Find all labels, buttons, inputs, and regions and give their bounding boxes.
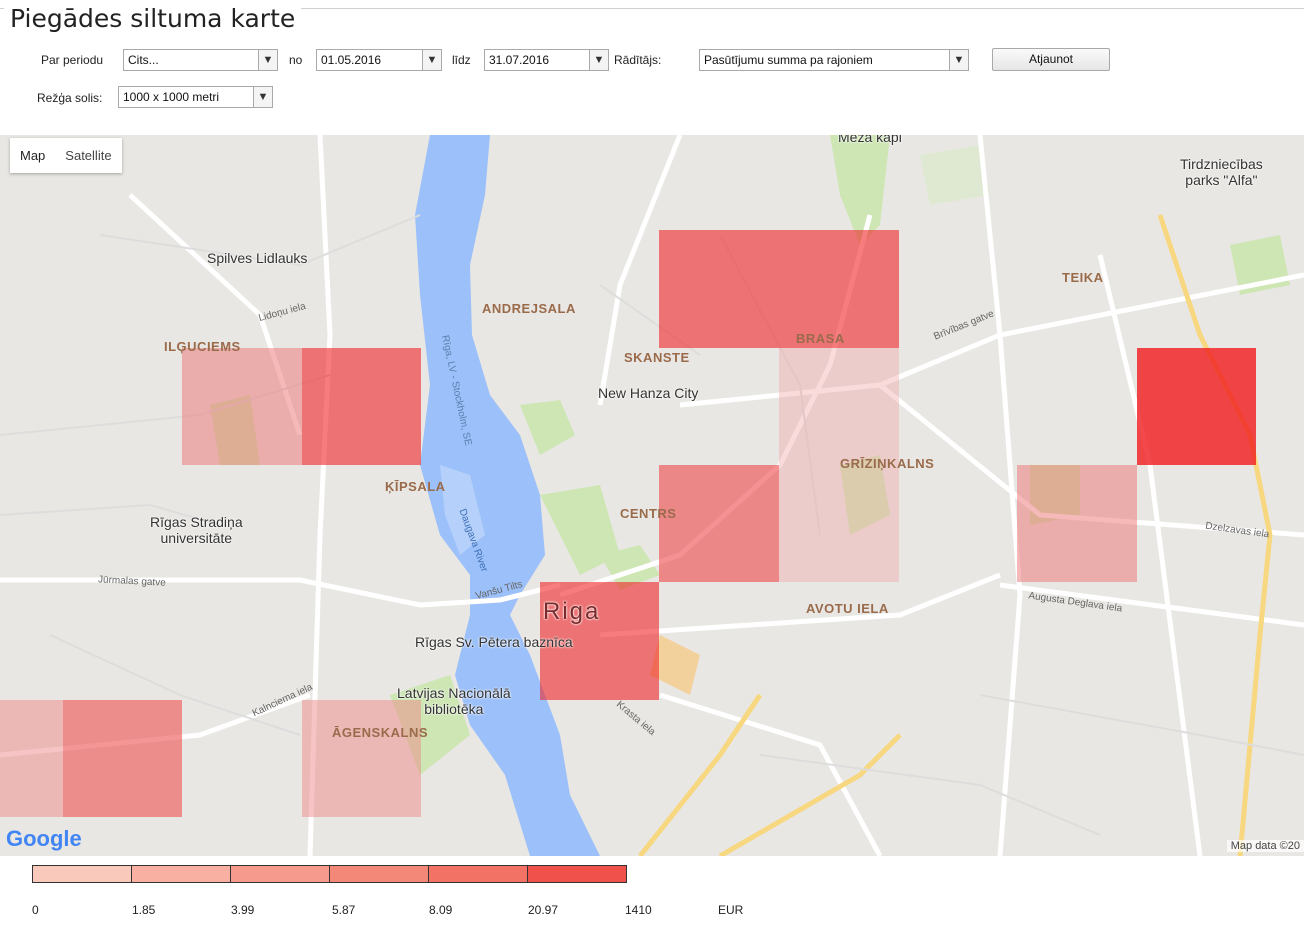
scale-tick: 8.09 bbox=[429, 903, 453, 917]
district-label: ANDREJSALA bbox=[482, 301, 576, 316]
district-label: ĶĪPSALA bbox=[385, 479, 446, 494]
district-label: SKANSTE bbox=[624, 350, 690, 365]
chevron-down-icon[interactable]: ▼ bbox=[422, 50, 441, 70]
place-label: Tirdzniecības parks "Alfa" bbox=[1180, 156, 1263, 188]
district-label: AVOTU IELA bbox=[806, 601, 889, 616]
scale-tick: 3.99 bbox=[231, 903, 255, 917]
heat-cell[interactable] bbox=[1017, 465, 1137, 582]
period-select-value: Cits... bbox=[128, 53, 159, 67]
map-type-satellite-button[interactable]: Satellite bbox=[55, 138, 121, 173]
chevron-down-icon[interactable]: ▼ bbox=[949, 50, 968, 70]
scale-unit: EUR bbox=[718, 903, 744, 917]
scale-tick: 5.87 bbox=[332, 903, 356, 917]
heat-cell[interactable] bbox=[0, 700, 63, 817]
place-label: Rīgas Stradiņa universitāte bbox=[150, 514, 243, 546]
heat-cell[interactable] bbox=[302, 348, 421, 465]
scale-tick: 20.97 bbox=[528, 903, 559, 917]
district-label: ILĢUCIEMS bbox=[164, 339, 241, 354]
chevron-down-icon[interactable]: ▼ bbox=[258, 50, 277, 70]
district-label: ĀGENSKALNS bbox=[332, 725, 429, 740]
from-date-value: 01.05.2016 bbox=[321, 53, 382, 67]
grid-step-select[interactable]: 1000 x 1000 metri ▼ bbox=[118, 86, 273, 108]
scale-swatch bbox=[231, 866, 330, 882]
place-label: Latvijas Nacionālā bibliotēka bbox=[397, 685, 511, 717]
google-logo: Google bbox=[6, 826, 82, 852]
heat-cell[interactable] bbox=[779, 465, 899, 582]
heat-cell[interactable] bbox=[659, 465, 779, 582]
district-label: BRASA bbox=[796, 331, 845, 346]
indicator-select-value: Pasūtījumu summa pa rajoniem bbox=[704, 53, 873, 67]
district-label: TEIKA bbox=[1062, 270, 1104, 285]
heat-cell[interactable] bbox=[302, 700, 421, 817]
heat-cell[interactable] bbox=[1137, 348, 1256, 465]
indicator-select[interactable]: Pasūtījumu summa pa rajoniem ▼ bbox=[699, 49, 969, 71]
heat-cell[interactable] bbox=[63, 700, 182, 817]
heat-cell[interactable] bbox=[182, 348, 302, 465]
indicator-label: Rādītājs: bbox=[614, 53, 662, 67]
page-title: Piegādes siltuma karte bbox=[4, 5, 302, 33]
place-label: Rīgas Sv. Pētera baznīca bbox=[415, 634, 573, 650]
map-type-map-button[interactable]: Map bbox=[10, 138, 55, 173]
to-label: līdz bbox=[452, 53, 471, 67]
scale-tick: 1410 bbox=[625, 903, 652, 917]
refresh-button[interactable]: Atjaunot bbox=[992, 48, 1110, 71]
district-label: GRĪZIŅKALNS bbox=[840, 456, 935, 471]
google-logo-text: Google bbox=[6, 826, 82, 851]
scale-swatch bbox=[528, 866, 626, 882]
chevron-down-icon[interactable]: ▼ bbox=[589, 50, 608, 70]
scale-tick: 0 bbox=[32, 903, 39, 917]
place-label: New Hanza City bbox=[598, 385, 699, 401]
heat-cell[interactable] bbox=[779, 348, 899, 465]
heat-cell[interactable] bbox=[659, 230, 779, 348]
scale-swatch bbox=[330, 866, 429, 882]
to-date-picker[interactable]: 31.07.2016 ▼ bbox=[484, 49, 609, 71]
city-label: Riga bbox=[543, 598, 601, 625]
district-label: CENTRS bbox=[620, 506, 677, 521]
scale-tick: 1.85 bbox=[132, 903, 156, 917]
grid-step-value: 1000 x 1000 metri bbox=[123, 90, 220, 104]
scale-swatch bbox=[33, 866, 132, 882]
scale-swatch bbox=[429, 866, 528, 882]
place-label: Meža kapi bbox=[838, 135, 902, 145]
place-label: Spilves Lidlauks bbox=[207, 250, 308, 266]
period-select[interactable]: Cits... ▼ bbox=[123, 49, 278, 71]
chevron-down-icon[interactable]: ▼ bbox=[253, 87, 272, 107]
grid-step-label: Režģa solis: bbox=[37, 91, 103, 105]
map-type-control: Map Satellite bbox=[10, 138, 122, 173]
from-label: no bbox=[289, 53, 303, 67]
color-scale bbox=[32, 865, 627, 883]
map-attribution[interactable]: Map data ©20 bbox=[1226, 840, 1304, 852]
from-date-picker[interactable]: 01.05.2016 ▼ bbox=[316, 49, 442, 71]
heat-map[interactable]: Spilves Lidlauks New Hanza City Rīgas St… bbox=[0, 135, 1304, 856]
period-label: Par periodu bbox=[41, 53, 104, 67]
scale-swatch bbox=[132, 866, 231, 882]
to-date-value: 31.07.2016 bbox=[489, 53, 550, 67]
